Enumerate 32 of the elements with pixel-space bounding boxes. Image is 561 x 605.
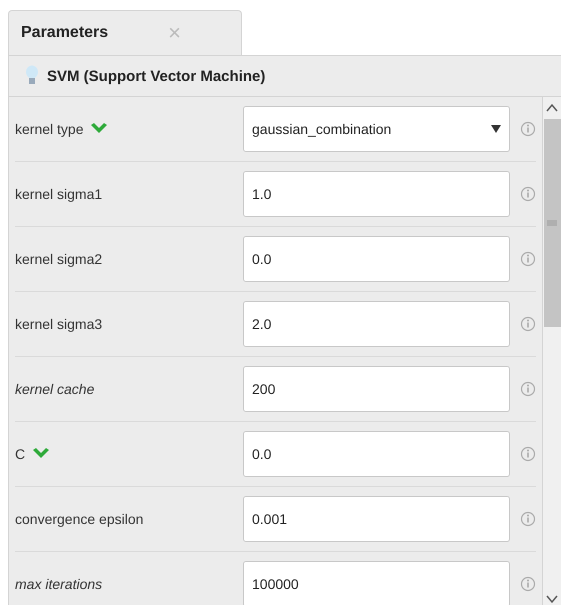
parameter-label: kernel type [15,121,84,137]
info-icon[interactable] [520,186,536,202]
info-icon[interactable] [520,446,536,462]
check-icon [31,447,52,461]
input-field[interactable]: 0.001 [243,496,510,542]
info-icon[interactable] [520,251,536,267]
parameters-tab[interactable]: Parameters × [8,10,242,55]
parameter-label: max iterations [15,576,102,592]
parameter-label: C [15,446,26,462]
info-icon[interactable] [520,511,536,527]
info-icon[interactable] [520,381,536,397]
operator-title: SVM (Support Vector Machine) [47,68,266,84]
lightbulb-icon [25,65,39,87]
info-icon[interactable] [520,316,536,332]
input-field[interactable]: 200 [243,366,510,412]
scrollbar-thumb[interactable] [544,119,560,327]
input-field[interactable]: 0.0 [243,431,510,477]
input-field[interactable]: 100000 [243,561,510,605]
info-icon[interactable] [520,576,536,592]
parameter-label: kernel sigma3 [15,316,102,332]
parameter-label: kernel sigma1 [15,186,102,202]
parameter-label: convergence epsilon [15,511,144,527]
parameter-label: kernel cache [15,381,94,397]
input-field[interactable]: 1.0 [243,171,510,217]
parameter-label: kernel sigma2 [15,251,102,267]
check-icon [89,122,110,136]
dropdown-field[interactable]: gaussian_combination [243,106,510,152]
dropdown-caret-icon [491,125,501,133]
input-field[interactable]: 0.0 [243,236,510,282]
info-icon[interactable] [520,121,536,137]
input-field[interactable]: 2.0 [243,301,510,347]
tab-label: Parameters [21,24,108,42]
